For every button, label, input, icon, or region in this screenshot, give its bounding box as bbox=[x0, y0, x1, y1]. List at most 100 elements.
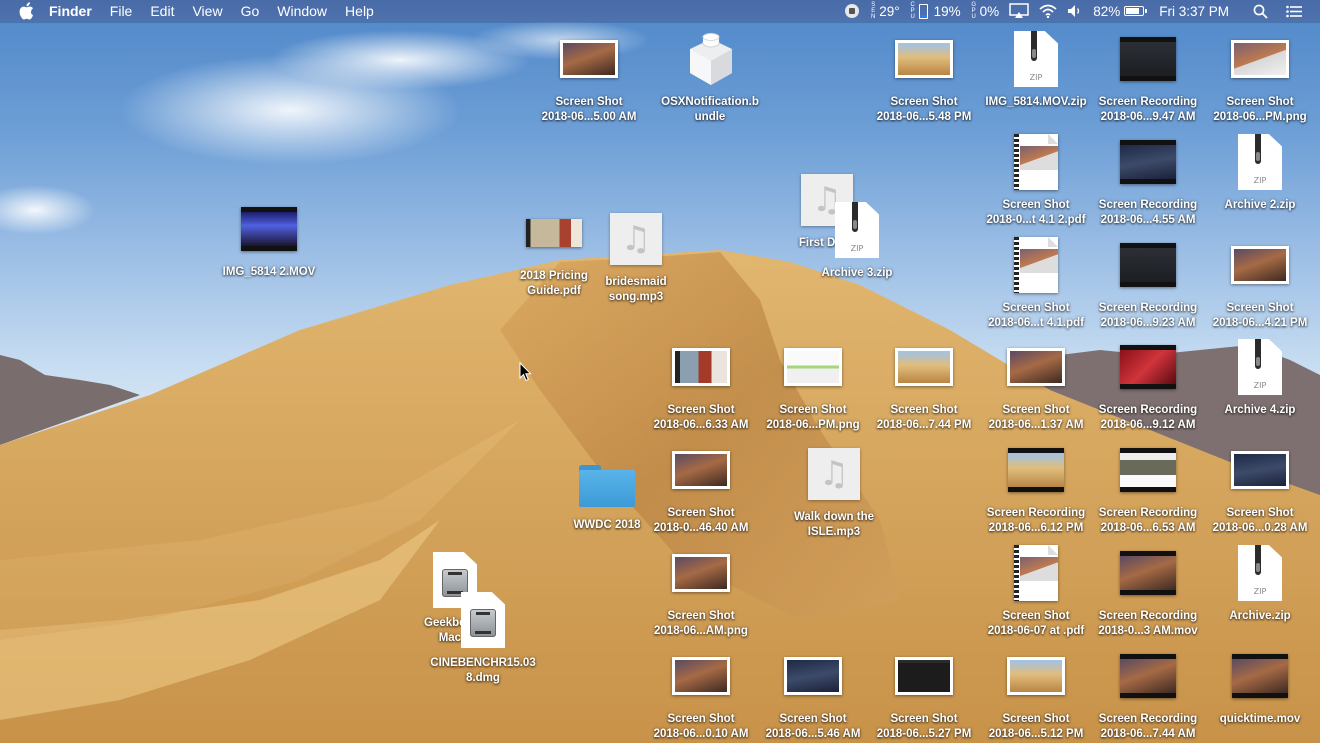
icon-label: CINEBENCHR15.03 8.dmg bbox=[430, 656, 535, 686]
icon-label: Screen Shot 2018-06...1.37 AM bbox=[989, 403, 1084, 433]
wifi-icon[interactable] bbox=[1034, 0, 1062, 22]
icon-label: Archive 3.zip bbox=[822, 266, 893, 281]
zip-archive-icon: ZIP bbox=[1228, 541, 1292, 605]
desktop-icon-img5814-2[interactable]: IMG_5814 2.MOV bbox=[213, 197, 325, 280]
icon-label: Screen Recording 2018-06...9.12 AM bbox=[1099, 403, 1197, 433]
desktop-icon-ss-028am[interactable]: Screen Shot 2018-06...0.28 AM bbox=[1204, 438, 1316, 536]
record-stop-icon[interactable] bbox=[839, 0, 865, 22]
menu-go[interactable]: Go bbox=[232, 0, 269, 22]
desktop-icon-quicktime[interactable]: quicktime.mov bbox=[1204, 644, 1316, 727]
desktop-icon-ss-512pm[interactable]: Screen Shot 2018-06...5.12 PM bbox=[980, 644, 1092, 742]
desktop-icon-ss-500am[interactable]: Screen Shot 2018-06...5.00 AM bbox=[533, 27, 645, 125]
desktop-icon-ss-527pm[interactable]: Screen Shot 2018-06...5.27 PM bbox=[868, 644, 980, 742]
icon-label: Archive 4.zip bbox=[1225, 403, 1296, 418]
desktop-icon-ss-137am[interactable]: Screen Shot 2018-06...1.37 AM bbox=[980, 335, 1092, 433]
menu-window[interactable]: Window bbox=[268, 0, 336, 22]
desktop-icon-archive2[interactable]: ZIP Archive 2.zip bbox=[1204, 130, 1316, 213]
desktop-icon-rec-3am-mov[interactable]: Screen Recording 2018-0...3 AM.mov bbox=[1092, 541, 1204, 639]
icon-label-line: Screen Recording bbox=[1098, 199, 1198, 211]
notification-center-icon[interactable] bbox=[1278, 0, 1320, 22]
icon-label: Screen Recording 2018-06...4.55 AM bbox=[1099, 198, 1197, 228]
desktop-icon-ss-548pm[interactable]: Screen Shot 2018-06...5.48 PM bbox=[868, 27, 980, 125]
temperature-status[interactable]: SEN 29° bbox=[865, 0, 904, 22]
screenshot-thumbnail-icon bbox=[1228, 233, 1292, 297]
desktop-icon-ss-pdf-41[interactable]: Screen Shot 2018-06...t 4.1.pdf bbox=[980, 233, 1092, 331]
icon-label-line: 2018-0...46.40 AM bbox=[653, 522, 749, 534]
icon-label-line: 2018-06...0.28 AM bbox=[1212, 522, 1308, 534]
desktop-icon-rec-947am[interactable]: Screen Recording 2018-06...9.47 AM bbox=[1092, 27, 1204, 125]
icon-label-line: undle bbox=[694, 111, 726, 123]
menu-file[interactable]: File bbox=[101, 0, 142, 22]
icon-label-line: Screen Shot bbox=[890, 96, 958, 108]
icon-label-line: 2018-06...6.33 AM bbox=[653, 419, 749, 431]
airplay-icon[interactable] bbox=[1004, 0, 1034, 22]
desktop-icon-ss-744pm[interactable]: Screen Shot 2018-06...7.44 PM bbox=[868, 335, 980, 433]
apple-menu-icon[interactable] bbox=[18, 2, 34, 20]
desktop-icon-rec-612pm[interactable]: Screen Recording 2018-06...6.12 PM bbox=[980, 438, 1092, 536]
desktop-icon-osxnotification[interactable]: OSXNotification.b undle bbox=[654, 27, 766, 125]
desktop-icon-ss-010am[interactable]: Screen Shot 2018-06...0.10 AM bbox=[645, 644, 757, 742]
gpu-status[interactable]: GPU 0% bbox=[966, 0, 1005, 22]
icon-label: Screen Shot 2018-06...4.21 PM bbox=[1213, 301, 1308, 331]
screenshot-thumbnail-icon bbox=[1004, 644, 1068, 708]
icon-label-line: 2018-0...3 AM.mov bbox=[1098, 625, 1198, 637]
icon-label: Screen Recording 2018-06...9.47 AM bbox=[1099, 95, 1197, 125]
desktop-icon-ss-pdf-412[interactable]: Screen Shot 2018-0...t 4.1 2.pdf bbox=[980, 130, 1092, 228]
cpu-status[interactable]: CPU 19% bbox=[905, 0, 966, 22]
mouse-cursor bbox=[519, 361, 533, 387]
desktop-icon-ss-am-png[interactable]: Screen Shot 2018-06...AM.png bbox=[645, 541, 757, 639]
desktop-icon-ss-421pm[interactable]: Screen Shot 2018-06...4.21 PM bbox=[1204, 233, 1316, 331]
desktop-icon-archive[interactable]: ZIP Archive.zip bbox=[1204, 541, 1316, 624]
desktop-icon-cinebench[interactable]: CINEBENCHR15.03 8.dmg bbox=[427, 588, 539, 686]
menu-edit[interactable]: Edit bbox=[141, 0, 183, 22]
icon-label-line: 2018 Pricing bbox=[520, 270, 588, 282]
icon-label-line: 2018-06...5.12 PM bbox=[988, 728, 1084, 740]
disk-image-icon bbox=[451, 588, 515, 652]
screenshot-thumbnail-icon bbox=[1004, 335, 1068, 399]
desktop-icon-rec-653am[interactable]: Screen Recording 2018-06...6.53 AM bbox=[1092, 438, 1204, 536]
screenshot-thumbnail-icon bbox=[669, 644, 733, 708]
desktop-icon-img5814-zip[interactable]: ZIP IMG_5814.MOV.zip bbox=[980, 27, 1092, 110]
menu-finder[interactable]: Finder bbox=[40, 0, 101, 22]
desktop-icon-ss-633am[interactable]: Screen Shot 2018-06...6.33 AM bbox=[645, 335, 757, 433]
desktop-icon-ss-pm-png-2[interactable]: Screen Shot 2018-06...PM.png bbox=[757, 335, 869, 433]
desktop-icon-rec-744am[interactable]: Screen Recording 2018-06...7.44 AM bbox=[1092, 644, 1204, 742]
icon-label: Screen Shot 2018-06...AM.png bbox=[654, 609, 748, 639]
desktop-icon-rec-455am[interactable]: Screen Recording 2018-06...4.55 AM bbox=[1092, 130, 1204, 228]
desktop-icon-ss-pdf-0607[interactable]: Screen Shot 2018-06-07 at .pdf bbox=[980, 541, 1092, 639]
menu-view[interactable]: View bbox=[183, 0, 231, 22]
clock[interactable]: Fri 3:37 PM bbox=[1149, 0, 1243, 22]
desktop-icon-rec-912am[interactable]: Screen Recording 2018-06...9.12 AM bbox=[1092, 335, 1204, 433]
icon-label: Screen Shot 2018-0...t 4.1 2.pdf bbox=[986, 198, 1085, 228]
music-file-icon: ♫ bbox=[802, 442, 866, 506]
video-thumbnail-icon bbox=[1116, 233, 1180, 297]
screenshot-thumbnail-icon bbox=[669, 438, 733, 502]
icon-label: Screen Recording 2018-06...6.12 PM bbox=[987, 506, 1085, 536]
menu-help[interactable]: Help bbox=[336, 0, 383, 22]
desktop-icon-bridesmaid-song[interactable]: ♫ bridesmaid song.mp3 bbox=[580, 207, 692, 305]
desktop-icon-archive4[interactable]: ZIP Archive 4.zip bbox=[1204, 335, 1316, 418]
desktop-icon-rec-923am[interactable]: Screen Recording 2018-06...9.23 AM bbox=[1092, 233, 1204, 331]
icon-label: Screen Recording 2018-06...6.53 AM bbox=[1099, 506, 1197, 536]
video-thumbnail-icon bbox=[1116, 130, 1180, 194]
search-icon[interactable] bbox=[1243, 0, 1278, 22]
battery-icon bbox=[1124, 6, 1148, 16]
icon-label-line: 2018-06...5.46 AM bbox=[765, 728, 861, 740]
icon-label-line: 2018-06...0.10 AM bbox=[653, 728, 749, 740]
desktop-icon-archive3[interactable]: ZIP Archive 3.zip bbox=[801, 198, 913, 281]
icon-label-line: Screen Shot bbox=[1002, 713, 1070, 725]
icon-label-line: 2018-06...6.12 PM bbox=[988, 522, 1084, 534]
volume-icon[interactable] bbox=[1062, 0, 1088, 22]
gpu-label: GPU bbox=[971, 2, 976, 20]
desktop-icon-walk-down-isle[interactable]: ♫ Walk down the ISLE.mp3 bbox=[778, 442, 890, 540]
icon-label-line: bridesmaid bbox=[605, 276, 667, 288]
desktop-icon-ss-4640am[interactable]: Screen Shot 2018-0...46.40 AM bbox=[645, 438, 757, 536]
icon-label-line: Screen Shot bbox=[779, 404, 847, 416]
icon-label-line: Screen Recording bbox=[1098, 302, 1198, 314]
icon-label: Screen Shot 2018-06...t 4.1.pdf bbox=[988, 301, 1084, 331]
icon-label-line: ISLE.mp3 bbox=[807, 526, 861, 538]
battery-status[interactable]: 82% bbox=[1088, 0, 1149, 22]
icon-label-line: Screen Recording bbox=[1098, 713, 1198, 725]
desktop-icon-ss-546am[interactable]: Screen Shot 2018-06...5.46 AM bbox=[757, 644, 869, 742]
desktop-icon-ss-pm-png-1[interactable]: Screen Shot 2018-06...PM.png bbox=[1204, 27, 1316, 125]
